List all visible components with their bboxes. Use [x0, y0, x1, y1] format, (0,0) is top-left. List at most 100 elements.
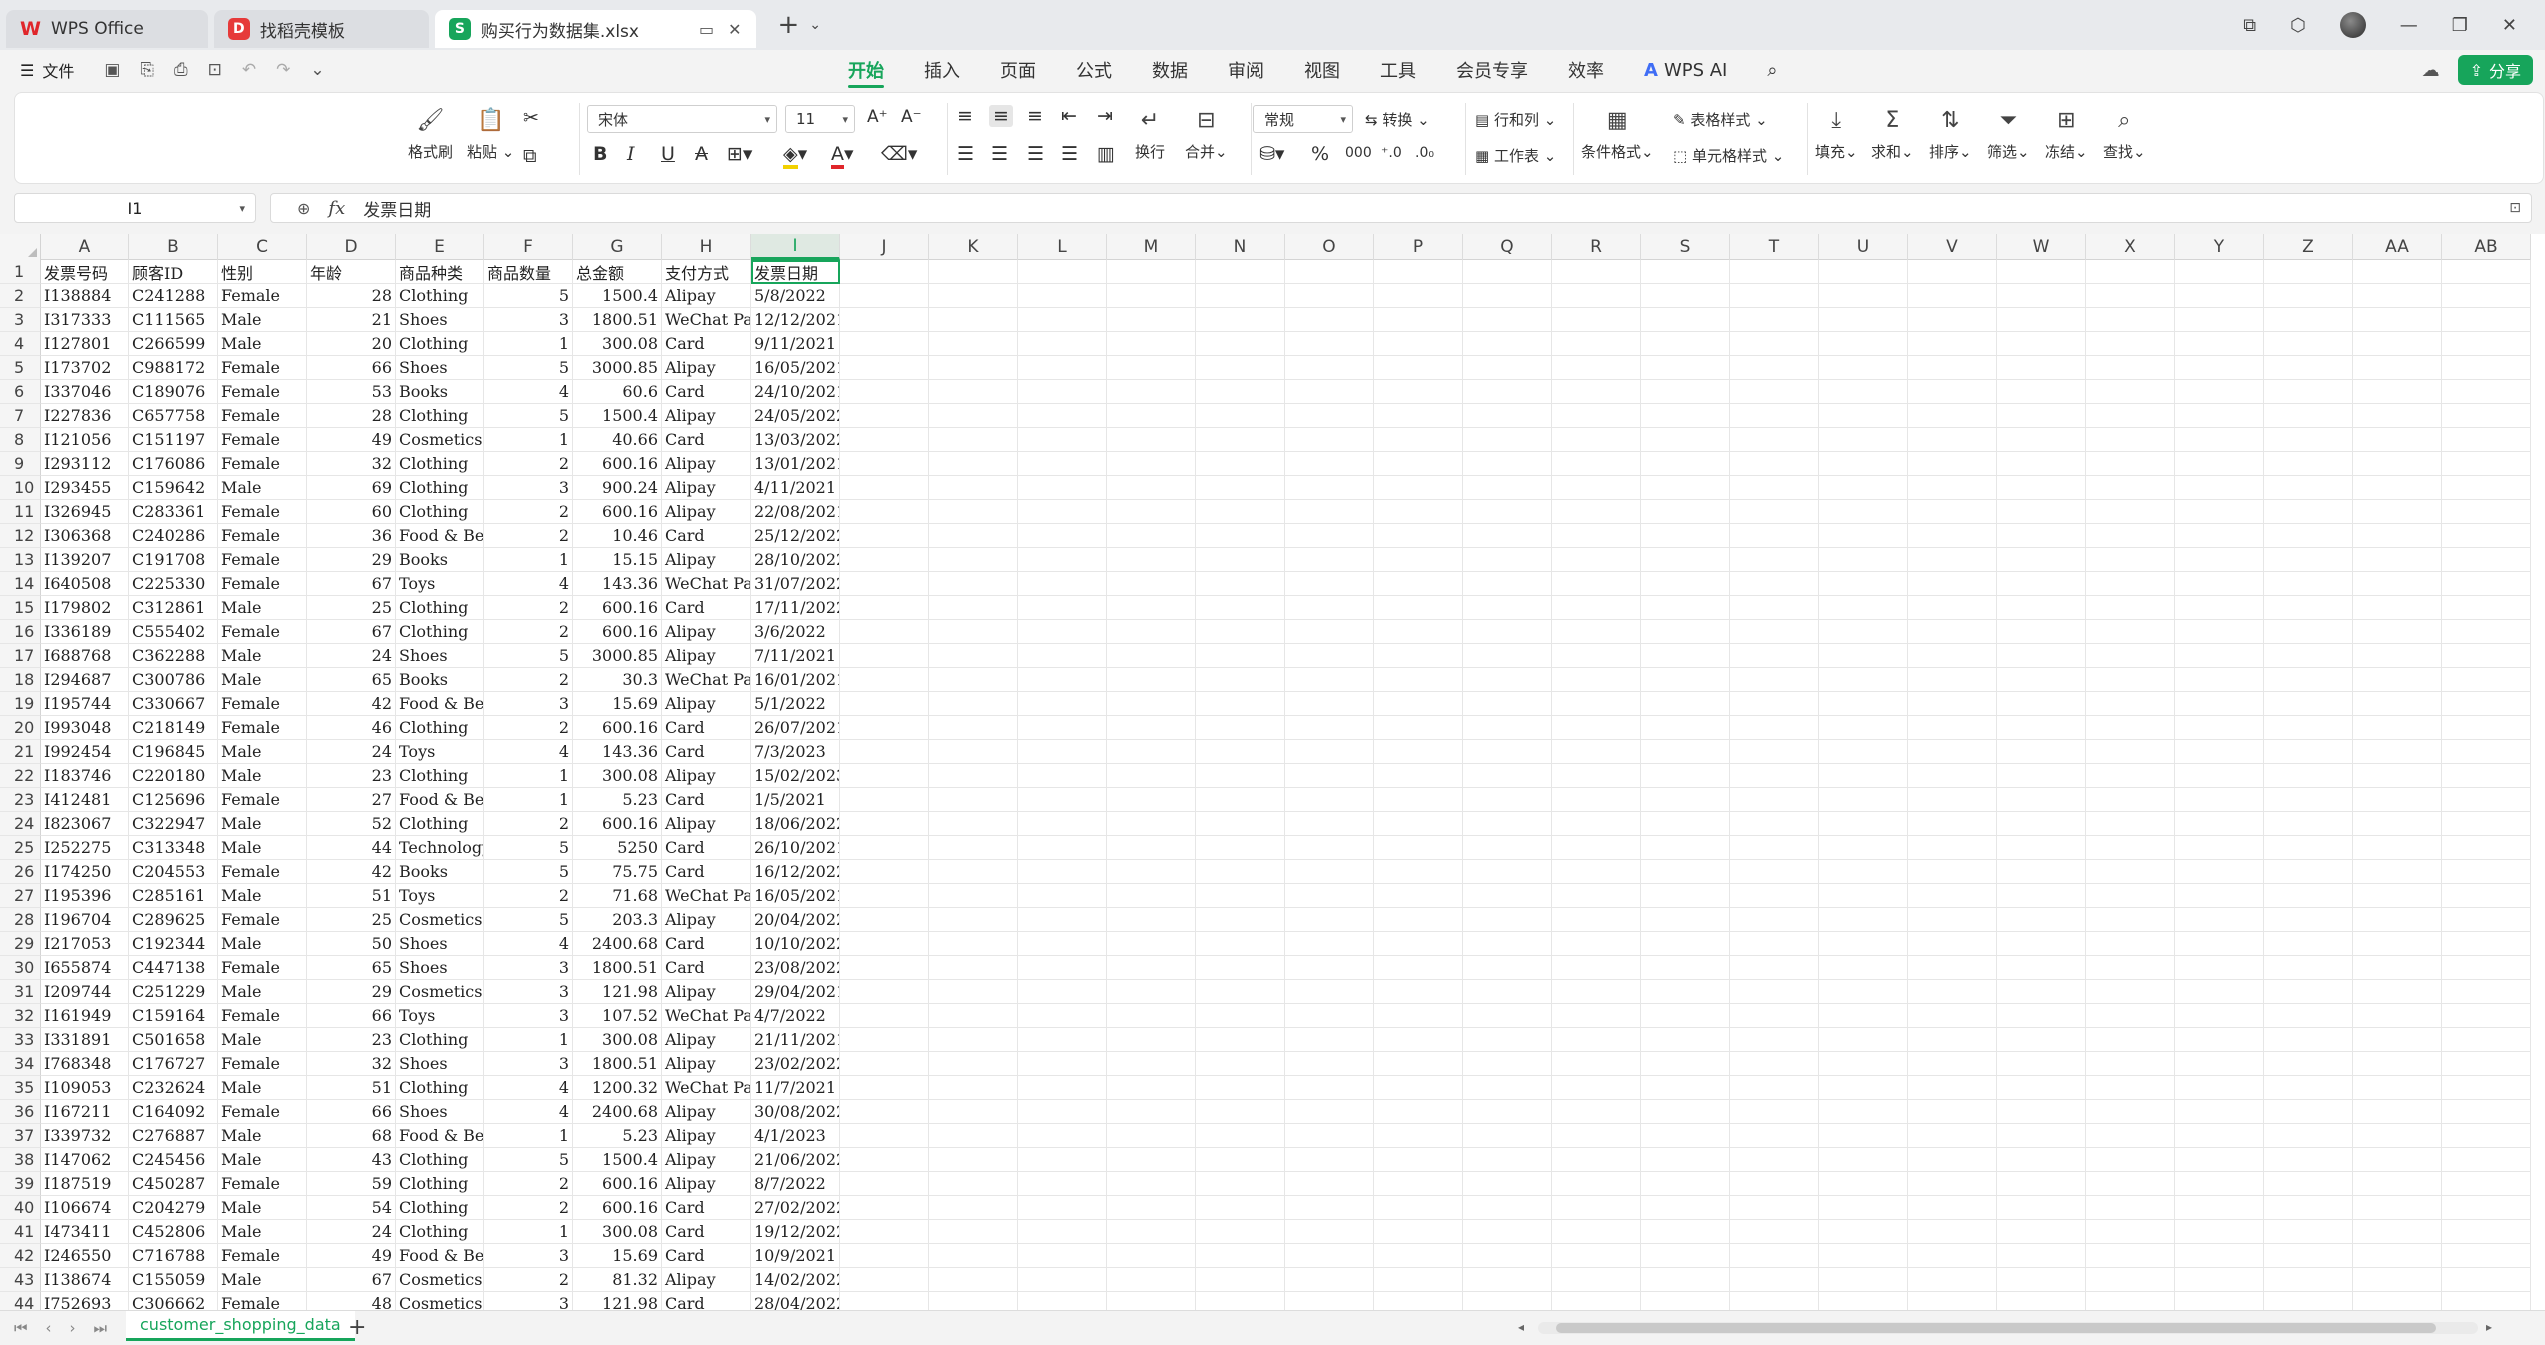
cell[interactable]: [1463, 260, 1552, 284]
row-header[interactable]: 10: [0, 476, 41, 500]
cell[interactable]: [1730, 476, 1819, 500]
cell[interactable]: 11/7/2021: [751, 1076, 840, 1100]
print-icon[interactable]: ⎙: [174, 60, 188, 80]
cell[interactable]: Card: [662, 428, 751, 452]
cell[interactable]: [2175, 1076, 2264, 1100]
cell[interactable]: [2175, 308, 2264, 332]
cell[interactable]: C362288: [129, 644, 218, 668]
cell[interactable]: [1641, 836, 1730, 860]
cell[interactable]: 3: [484, 1052, 573, 1076]
cell[interactable]: [1641, 1052, 1730, 1076]
cell[interactable]: [1285, 500, 1374, 524]
cell[interactable]: [1997, 548, 2086, 572]
cell[interactable]: I161949: [41, 1004, 129, 1028]
cell[interactable]: [2175, 788, 2264, 812]
cell[interactable]: C330667: [129, 692, 218, 716]
cell[interactable]: Male: [218, 812, 307, 836]
column-header-p[interactable]: P: [1374, 234, 1463, 260]
cell[interactable]: Male: [218, 476, 307, 500]
row-header[interactable]: 2: [0, 284, 41, 308]
cell[interactable]: [1018, 908, 1107, 932]
cell[interactable]: [1374, 1148, 1463, 1172]
cell[interactable]: 75.75: [573, 860, 662, 884]
cell[interactable]: [2264, 452, 2353, 476]
cell[interactable]: [1374, 692, 1463, 716]
cell[interactable]: [1196, 548, 1285, 572]
align-top-icon[interactable]: ≡: [957, 105, 973, 127]
cell[interactable]: [1018, 620, 1107, 644]
cell[interactable]: [1374, 1076, 1463, 1100]
cell[interactable]: Card: [662, 380, 751, 404]
cell[interactable]: 发票号码: [41, 260, 129, 284]
column-header-c[interactable]: C: [218, 234, 307, 260]
cell[interactable]: [2086, 1052, 2175, 1076]
cell[interactable]: [1819, 1172, 1908, 1196]
cell[interactable]: [2264, 740, 2353, 764]
cell[interactable]: [1463, 1028, 1552, 1052]
cell[interactable]: 10.46: [573, 524, 662, 548]
cell[interactable]: Card: [662, 524, 751, 548]
cell[interactable]: [1730, 1196, 1819, 1220]
cell[interactable]: [2264, 476, 2353, 500]
cell[interactable]: Card: [662, 788, 751, 812]
cell[interactable]: [1819, 452, 1908, 476]
cell[interactable]: 121.98: [573, 1292, 662, 1310]
cell[interactable]: Alipay: [662, 1124, 751, 1148]
cell[interactable]: [1374, 572, 1463, 596]
cell[interactable]: Male: [218, 308, 307, 332]
cell[interactable]: [1018, 1244, 1107, 1268]
cell[interactable]: [1641, 620, 1730, 644]
cell[interactable]: [840, 716, 929, 740]
cell[interactable]: Alipay: [662, 1172, 751, 1196]
decrease-font-icon[interactable]: A⁻: [901, 107, 922, 127]
cell[interactable]: 60: [307, 500, 396, 524]
cell[interactable]: 2: [484, 1268, 573, 1292]
cell[interactable]: [1107, 1052, 1196, 1076]
cell[interactable]: Card: [662, 716, 751, 740]
cell[interactable]: [2175, 1028, 2264, 1052]
cell[interactable]: 69: [307, 476, 396, 500]
cell[interactable]: [1552, 644, 1641, 668]
cell[interactable]: [1196, 980, 1285, 1004]
cell[interactable]: 5/8/2022: [751, 284, 840, 308]
cell[interactable]: [1285, 1124, 1374, 1148]
cell[interactable]: [1463, 1172, 1552, 1196]
cell[interactable]: [1730, 1148, 1819, 1172]
cell[interactable]: Clothing: [396, 452, 484, 476]
cell[interactable]: [929, 1100, 1018, 1124]
cell[interactable]: C501658: [129, 1028, 218, 1052]
cell[interactable]: [1552, 908, 1641, 932]
cell[interactable]: [1374, 524, 1463, 548]
cell[interactable]: [1552, 1292, 1641, 1310]
cell[interactable]: [1730, 356, 1819, 380]
cell[interactable]: [1908, 428, 1997, 452]
cell[interactable]: 29: [307, 980, 396, 1004]
cell[interactable]: [929, 1292, 1018, 1310]
cell[interactable]: [1552, 1076, 1641, 1100]
minimize-icon[interactable]: —: [2400, 15, 2418, 36]
cell[interactable]: [2175, 1292, 2264, 1310]
fill-color-icon[interactable]: ◈▾: [783, 143, 807, 169]
cell[interactable]: [1552, 1268, 1641, 1292]
cell[interactable]: [1374, 308, 1463, 332]
cell[interactable]: [1285, 908, 1374, 932]
cell[interactable]: [1819, 308, 1908, 332]
cell[interactable]: [1463, 716, 1552, 740]
cell[interactable]: [1908, 548, 1997, 572]
cell[interactable]: [1463, 764, 1552, 788]
cell[interactable]: [1908, 524, 1997, 548]
cell[interactable]: I473411: [41, 1220, 129, 1244]
cell[interactable]: [1730, 524, 1819, 548]
cell[interactable]: [2175, 644, 2264, 668]
cell[interactable]: [1196, 788, 1285, 812]
cell[interactable]: [2264, 620, 2353, 644]
cell[interactable]: [1819, 404, 1908, 428]
cell[interactable]: [929, 1196, 1018, 1220]
cell[interactable]: 3: [484, 1244, 573, 1268]
italic-icon[interactable]: I: [627, 143, 635, 165]
cell[interactable]: Clothing: [396, 404, 484, 428]
cell[interactable]: [2353, 980, 2442, 1004]
cell[interactable]: Male: [218, 644, 307, 668]
cell[interactable]: [1463, 380, 1552, 404]
cell[interactable]: 顾客ID: [129, 260, 218, 284]
